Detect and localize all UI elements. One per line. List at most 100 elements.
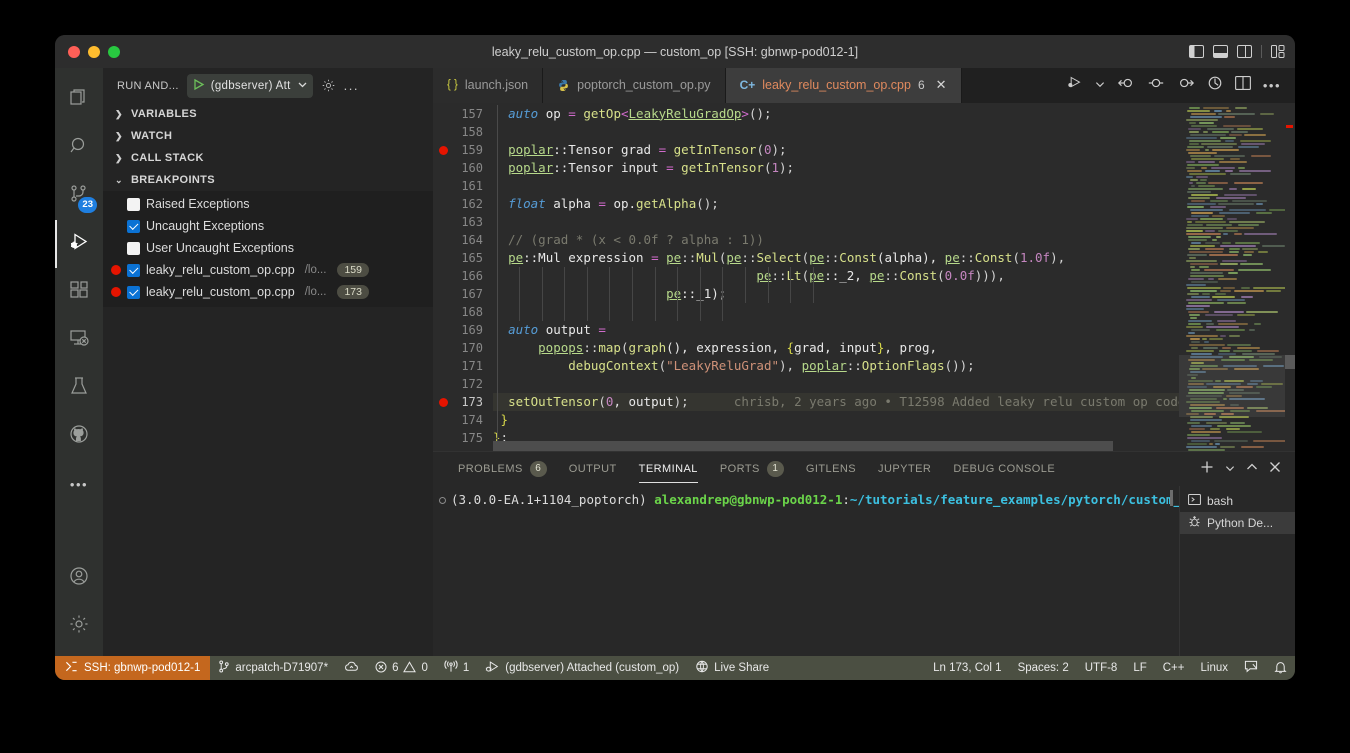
- status-debug-session[interactable]: (gdbserver) Attached (custom_op): [477, 656, 687, 680]
- panel-tab-terminal[interactable]: TERMINAL: [628, 452, 709, 487]
- ellipsis-icon[interactable]: •••: [1263, 79, 1281, 92]
- chevron-down-icon[interactable]: [1225, 460, 1235, 478]
- step-over-icon[interactable]: [1147, 76, 1165, 95]
- gutter-breakpoint-icon[interactable]: [439, 146, 448, 155]
- terminal-scrollbar[interactable]: [1170, 490, 1173, 506]
- chevron-down-icon[interactable]: [297, 79, 308, 93]
- gutter-breakpoint-icon[interactable]: [439, 398, 448, 407]
- status-sync[interactable]: [336, 656, 367, 680]
- accounts-button[interactable]: [55, 554, 103, 602]
- panel-left-icon[interactable]: [1189, 45, 1204, 58]
- status-radio-tower[interactable]: 1: [436, 656, 477, 680]
- clock-breakpoint-icon[interactable]: [1207, 75, 1223, 96]
- minimap-line: [1189, 131, 1199, 133]
- code-content[interactable]: auto op = getOp<LeakyReluGradOp>(); popl…: [493, 103, 1179, 451]
- status-language-mode[interactable]: C++: [1155, 656, 1193, 680]
- sidebar-section-variables[interactable]: ❯ VARIABLES: [103, 103, 433, 125]
- status-indentation[interactable]: Spaces: 2: [1010, 656, 1077, 680]
- minimap-line: [1188, 311, 1209, 313]
- sidebar-item-search[interactable]: [55, 124, 103, 172]
- breakpoint-row[interactable]: Uncaught Exceptions: [103, 215, 433, 237]
- minimap-line: [1254, 323, 1261, 325]
- sidebar-item-github[interactable]: [55, 412, 103, 460]
- launch-configuration-select[interactable]: (gdbserver) Att: [187, 74, 313, 98]
- close-icon[interactable]: [1269, 460, 1281, 478]
- sidebar-section-breakpoints[interactable]: ⌄ BREAKPOINTS: [103, 169, 433, 191]
- sidebar-item-testing[interactable]: [55, 364, 103, 412]
- sidebar-item-run-and-debug[interactable]: [55, 220, 103, 268]
- settings-button[interactable]: [55, 602, 103, 650]
- window-traffic-lights[interactable]: [55, 46, 120, 58]
- breakpoint-row[interactable]: User Uncaught Exceptions: [103, 237, 433, 259]
- breakpoint-checkbox[interactable]: [127, 286, 140, 299]
- chevron-up-icon[interactable]: [1246, 460, 1258, 478]
- step-into-icon[interactable]: [1177, 76, 1195, 95]
- breakpoint-row[interactable]: leaky_relu_custom_op.cpp /lo... 173: [103, 281, 433, 303]
- panel-tab-gitlens[interactable]: GITLENS: [795, 452, 867, 487]
- plus-icon[interactable]: [1200, 460, 1214, 479]
- sidebar-item-more-views[interactable]: •••: [55, 460, 103, 508]
- tab-leaky-relu-custom-op-cpp[interactable]: C+ leaky_relu_custom_op.cpp 6 ✕: [726, 68, 962, 103]
- minimap-slider[interactable]: [1179, 355, 1295, 417]
- minimap-line: [1186, 446, 1217, 448]
- status-feedback[interactable]: [1236, 656, 1266, 680]
- sidebar-item-extensions[interactable]: [55, 268, 103, 316]
- step-back-icon[interactable]: [1117, 76, 1135, 95]
- status-live-share[interactable]: Live Share: [687, 656, 777, 680]
- minimize-window-button[interactable]: [88, 46, 100, 58]
- layout-grid-icon[interactable]: [1271, 45, 1285, 58]
- sidebar-section-call-stack[interactable]: ❯ CALL STACK: [103, 147, 433, 169]
- panel-tab-ports[interactable]: PORTS 1: [709, 452, 795, 487]
- panel-bottom-icon[interactable]: [1213, 45, 1228, 58]
- code-token: (: [756, 142, 764, 157]
- editor-vertical-scrollbar[interactable]: [1285, 355, 1295, 369]
- panel-right-icon[interactable]: [1237, 45, 1252, 58]
- sidebar-item-explorer[interactable]: [55, 76, 103, 124]
- minimap-line: [1237, 347, 1260, 349]
- panel-tab-debug-console[interactable]: DEBUG CONSOLE: [942, 452, 1066, 487]
- status-platform[interactable]: Linux: [1193, 656, 1237, 680]
- status-remote-indicator[interactable]: SSH: gbnwp-pod012-1: [55, 656, 210, 680]
- breakpoint-checkbox[interactable]: [127, 198, 140, 211]
- status-encoding[interactable]: UTF-8: [1077, 656, 1126, 680]
- minimap[interactable]: [1179, 103, 1295, 451]
- open-launch-json-button[interactable]: [321, 78, 336, 93]
- sidebar-item-source-control[interactable]: 23: [55, 172, 103, 220]
- terminal-instance-bash[interactable]: bash: [1180, 490, 1295, 512]
- zoom-window-button[interactable]: [108, 46, 120, 58]
- close-window-button[interactable]: [68, 46, 80, 58]
- code-token: setOutTensor: [508, 394, 598, 409]
- panel-tab-jupyter[interactable]: JUPYTER: [867, 452, 942, 487]
- chevron-down-icon[interactable]: [1095, 76, 1105, 94]
- run-debug-icon[interactable]: [1066, 75, 1083, 95]
- sidebar-item-remote-explorer[interactable]: [55, 316, 103, 364]
- sidebar-section-watch[interactable]: ❯ WATCH: [103, 125, 433, 147]
- breakpoint-row[interactable]: leaky_relu_custom_op.cpp /lo... 159: [103, 259, 433, 281]
- panel-tab-problems[interactable]: PROBLEMS 6: [447, 452, 558, 487]
- tab-poptorch-custom-op-py[interactable]: poptorch_custom_op.py: [543, 68, 725, 103]
- tab-label: launch.json: [465, 78, 528, 92]
- start-debugging-icon[interactable]: [192, 78, 205, 94]
- breakpoint-checkbox[interactable]: [127, 242, 140, 255]
- split-editor-icon[interactable]: [1235, 76, 1251, 95]
- tab-launch-json[interactable]: { } launch.json: [433, 68, 543, 103]
- status-branch[interactable]: arcpatch-D71907*: [210, 656, 336, 680]
- minimap-line: [1230, 173, 1251, 175]
- editor-area: { } launch.json poptorch_custom_op.py: [433, 68, 1295, 656]
- code-editor[interactable]: 157 158 159 160 161 162 163 164 165 166 …: [433, 103, 1295, 451]
- status-eol[interactable]: LF: [1125, 656, 1154, 680]
- breakpoint-checkbox[interactable]: [127, 220, 140, 233]
- line-number-gutter[interactable]: 157 158 159 160 161 162 163 164 165 166 …: [433, 103, 493, 451]
- close-icon[interactable]: ✕: [936, 77, 947, 93]
- breakpoint-row[interactable]: Raised Exceptions: [103, 193, 433, 215]
- breakpoint-checkbox[interactable]: [127, 264, 140, 277]
- panel-tab-output[interactable]: OUTPUT: [558, 452, 628, 487]
- indent-guide: [745, 285, 746, 303]
- status-notifications[interactable]: [1266, 656, 1295, 680]
- editor-horizontal-scrollbar[interactable]: [493, 441, 1113, 451]
- status-problems[interactable]: 6 0: [367, 656, 436, 680]
- terminal-instance-python-debug[interactable]: Python De...: [1180, 512, 1295, 534]
- status-cursor-position[interactable]: Ln 173, Col 1: [925, 656, 1009, 680]
- sidebar-more-actions-button[interactable]: ...: [344, 79, 359, 92]
- terminal-output[interactable]: (3.0.0-EA.1+1104_poptorch) alexandrep@gb…: [433, 486, 1179, 656]
